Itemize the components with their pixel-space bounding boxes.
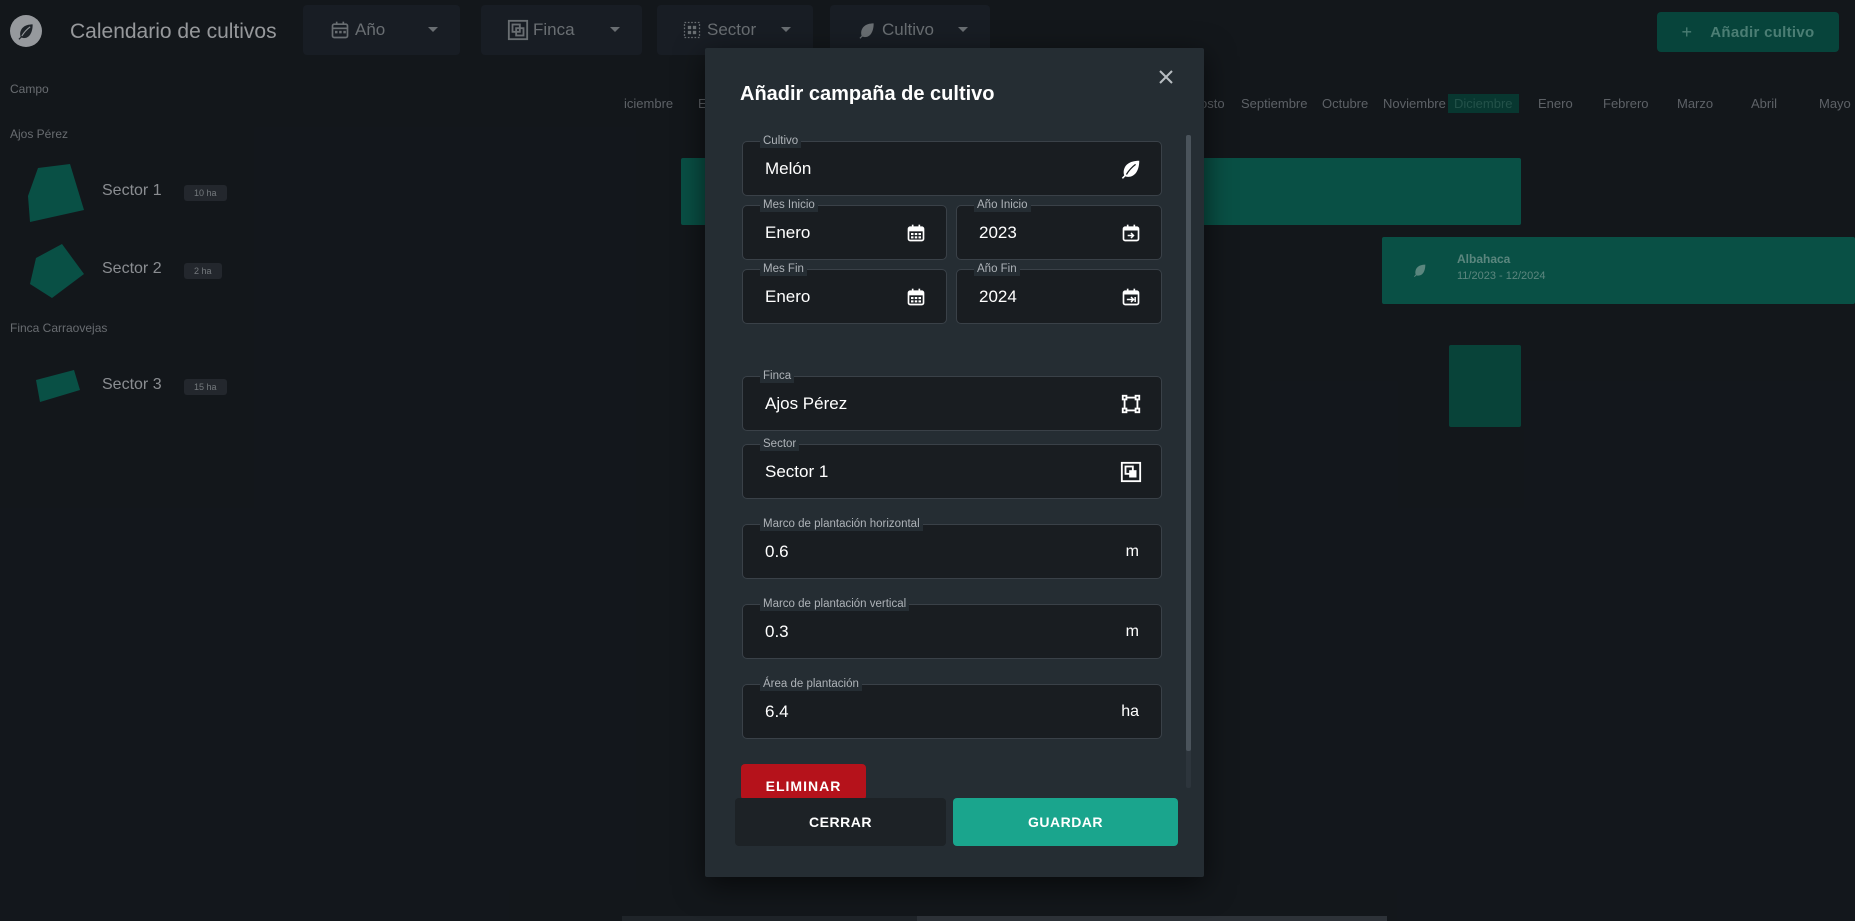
- field-label: Mes Inicio: [760, 198, 818, 212]
- field-label: Finca: [760, 369, 795, 383]
- close-button[interactable]: CERRAR: [735, 798, 946, 846]
- field-value: Enero: [765, 223, 811, 242]
- field-unit: m: [1125, 623, 1139, 640]
- field-value: 0.6: [765, 542, 789, 561]
- field-unit: ha: [1121, 703, 1139, 720]
- field-label: Área de plantación: [760, 677, 862, 691]
- area-input[interactable]: Área de plantación 6.4 ha: [742, 677, 1162, 739]
- field-label: Marco de plantación vertical: [760, 597, 910, 611]
- field-label: Marco de plantación horizontal: [760, 517, 923, 531]
- field-value: 0.3: [765, 622, 789, 641]
- sector-select[interactable]: Sector Sector 1: [742, 437, 1162, 499]
- close-icon[interactable]: [1152, 63, 1180, 91]
- marco-horizontal-input[interactable]: Marco de plantación horizontal 0.6 m: [742, 517, 1162, 579]
- save-button[interactable]: GUARDAR: [953, 798, 1178, 846]
- finca-icon: [1119, 460, 1143, 484]
- delete-button[interactable]: ELIMINAR: [741, 764, 866, 800]
- field-value: Enero: [765, 287, 811, 306]
- calendar-end-icon: [1119, 285, 1143, 309]
- field-label: Cultivo: [760, 134, 802, 148]
- field-value: 2024: [979, 287, 1017, 306]
- leaf-icon: [1119, 157, 1143, 181]
- field-value: 6.4: [765, 702, 789, 721]
- anio-inicio-select[interactable]: Año Inicio 2023: [956, 198, 1162, 260]
- mes-inicio-select[interactable]: Mes Inicio Enero: [742, 198, 947, 260]
- calendar-start-icon: [1119, 221, 1143, 245]
- dialog-title: Añadir campaña de cultivo: [740, 83, 995, 105]
- field-label: Año Inicio: [974, 198, 1031, 212]
- cultivo-field[interactable]: Cultivo Melón: [742, 134, 1162, 196]
- field-label: Año Fin: [974, 262, 1020, 276]
- calendar-icon: [904, 285, 928, 309]
- anio-fin-select[interactable]: Año Fin 2024: [956, 262, 1162, 324]
- field-value: 2023: [979, 223, 1017, 242]
- finca-select[interactable]: Finca Ajos Pérez: [742, 369, 1162, 431]
- field-value: Ajos Pérez: [765, 394, 848, 413]
- field-unit: m: [1125, 543, 1139, 560]
- calendar-icon: [904, 221, 928, 245]
- field-value: Melón: [765, 159, 812, 178]
- field-value: Sector 1: [765, 462, 829, 481]
- field-label: Mes Fin: [760, 262, 807, 276]
- scrollbar-thumb[interactable]: [1186, 135, 1191, 751]
- field-label: Sector: [760, 437, 800, 451]
- add-campaign-dialog: Añadir campaña de cultivo Cultivo Melón …: [705, 48, 1204, 877]
- vertical-scrollbar[interactable]: [1186, 135, 1191, 788]
- marco-vertical-input[interactable]: Marco de plantación vertical 0.3 m: [742, 597, 1162, 659]
- bounding-box-icon: [1119, 392, 1143, 416]
- mes-fin-select[interactable]: Mes Fin Enero: [742, 262, 947, 324]
